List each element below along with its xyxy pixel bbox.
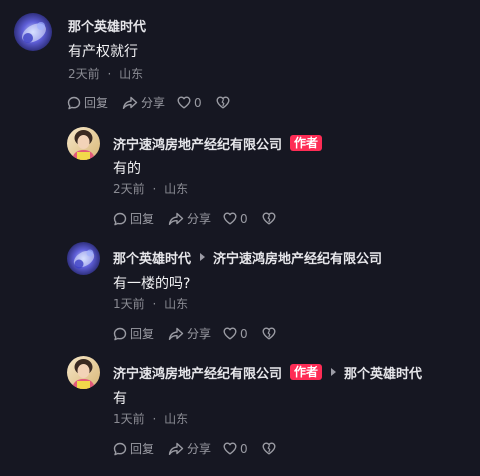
reply-label: 回复 — [130, 327, 155, 341]
share-button[interactable]: 分享 — [168, 210, 211, 227]
dislike-button[interactable] — [262, 327, 276, 340]
comment-thread: 那个英雄时代 有产权就行 2天前 · 山东 回复 分享 0 济宁速鸿房地产经纪有… — [0, 0, 480, 476]
action-bar: 回复 分享 0 — [113, 440, 276, 457]
reply-label: 回复 — [130, 442, 155, 456]
comment-location: 山东 — [164, 182, 189, 196]
reply-button[interactable]: 回复 — [113, 440, 154, 457]
username[interactable]: 济宁速鸿房地产经纪有限公司 — [113, 134, 282, 153]
share-arrow-icon — [168, 442, 184, 456]
dislike-button[interactable] — [262, 442, 276, 455]
reply-button[interactable]: 回复 — [113, 325, 154, 342]
comment-text: 有产权就行 — [68, 44, 138, 60]
name-row: 济宁速鸿房地产经纪有限公司 作者 — [113, 133, 323, 153]
like-count: 0 — [194, 95, 202, 110]
broken-heart-icon — [262, 212, 276, 225]
name-row: 济宁速鸿房地产经纪有限公司 作者 那个英雄时代 — [113, 362, 422, 382]
reply-to-username[interactable]: 济宁速鸿房地产经纪有限公司 — [213, 248, 382, 267]
broken-heart-icon — [262, 327, 276, 340]
reply-arrow-icon — [331, 368, 337, 376]
share-label: 分享 — [187, 442, 212, 456]
reply-to-username[interactable]: 那个英雄时代 — [344, 363, 422, 382]
reply-item: 那个英雄时代 济宁速鸿房地产经纪有限公司 有一楼的吗? 1天前 · 山东 回复 … — [0, 235, 480, 350]
share-button[interactable]: 分享 — [168, 325, 211, 342]
heart-icon — [223, 327, 237, 340]
comment-meta: 1天前 · 山东 — [113, 410, 188, 427]
heart-icon — [223, 212, 237, 225]
action-bar: 回复 分享 0 — [67, 94, 230, 111]
reply-label: 回复 — [130, 212, 155, 226]
like-button[interactable]: 0 — [177, 96, 202, 110]
username[interactable]: 济宁速鸿房地产经纪有限公司 — [113, 363, 282, 382]
avatar[interactable] — [14, 13, 52, 51]
dislike-button[interactable] — [216, 96, 230, 109]
like-button[interactable]: 0 — [223, 212, 248, 226]
meta-separator: · — [107, 67, 112, 81]
meta-separator: · — [152, 412, 157, 426]
reply-item: 济宁速鸿房地产经纪有限公司 作者 那个英雄时代 有 1天前 · 山东 回复 分享 — [0, 350, 480, 476]
share-label: 分享 — [141, 96, 166, 110]
comment-meta: 1天前 · 山东 — [113, 295, 188, 312]
comment-meta: 2天前 · 山东 — [113, 180, 188, 197]
comment-time: 1天前 — [113, 412, 145, 426]
like-count: 0 — [240, 211, 248, 226]
reply-bubble-icon — [113, 327, 127, 341]
author-badge: 作者 — [290, 135, 323, 151]
meta-separator: · — [152, 182, 157, 196]
share-arrow-icon — [168, 327, 184, 341]
comment-meta: 2天前 · 山东 — [68, 65, 143, 82]
like-button[interactable]: 0 — [223, 327, 248, 341]
reply-bubble-icon — [67, 96, 81, 110]
share-label: 分享 — [187, 212, 212, 226]
reply-arrow-icon — [200, 253, 206, 261]
share-button[interactable]: 分享 — [168, 440, 211, 457]
comment-item: 那个英雄时代 有产权就行 2天前 · 山东 回复 分享 0 — [0, 0, 480, 120]
reply-bubble-icon — [113, 442, 127, 456]
like-count: 0 — [240, 441, 248, 456]
share-arrow-icon — [168, 212, 184, 226]
dislike-button[interactable] — [262, 212, 276, 225]
broken-heart-icon — [216, 96, 230, 109]
share-button[interactable]: 分享 — [122, 94, 165, 111]
comment-time: 1天前 — [113, 297, 145, 311]
username[interactable]: 那个英雄时代 — [113, 248, 191, 267]
heart-icon — [177, 96, 191, 109]
reply-label: 回复 — [84, 96, 109, 110]
meta-separator: · — [152, 297, 157, 311]
reply-button[interactable]: 回复 — [113, 210, 154, 227]
name-row: 那个英雄时代 — [68, 15, 146, 35]
broken-heart-icon — [262, 442, 276, 455]
like-button[interactable]: 0 — [223, 442, 248, 456]
comment-location: 山东 — [164, 297, 189, 311]
comment-text: 有的 — [113, 161, 141, 177]
share-label: 分享 — [187, 327, 212, 341]
comment-location: 山东 — [164, 412, 189, 426]
heart-icon — [223, 442, 237, 455]
comment-location: 山东 — [119, 67, 144, 81]
comment-time: 2天前 — [68, 67, 100, 81]
comment-text: 有一楼的吗? — [113, 276, 191, 292]
name-row: 那个英雄时代 济宁速鸿房地产经纪有限公司 — [113, 247, 382, 267]
avatar[interactable] — [67, 356, 100, 389]
comment-text: 有 — [113, 391, 127, 407]
share-arrow-icon — [122, 96, 138, 110]
reply-button[interactable]: 回复 — [67, 94, 108, 111]
reply-bubble-icon — [113, 212, 127, 226]
reply-item: 济宁速鸿房地产经纪有限公司 作者 有的 2天前 · 山东 回复 分享 0 — [0, 120, 480, 235]
avatar[interactable] — [67, 127, 100, 160]
author-badge: 作者 — [290, 364, 323, 380]
username[interactable]: 那个英雄时代 — [68, 16, 146, 35]
comment-time: 2天前 — [113, 182, 145, 196]
action-bar: 回复 分享 0 — [113, 210, 276, 227]
like-count: 0 — [240, 326, 248, 341]
avatar[interactable] — [67, 242, 100, 275]
action-bar: 回复 分享 0 — [113, 325, 276, 342]
